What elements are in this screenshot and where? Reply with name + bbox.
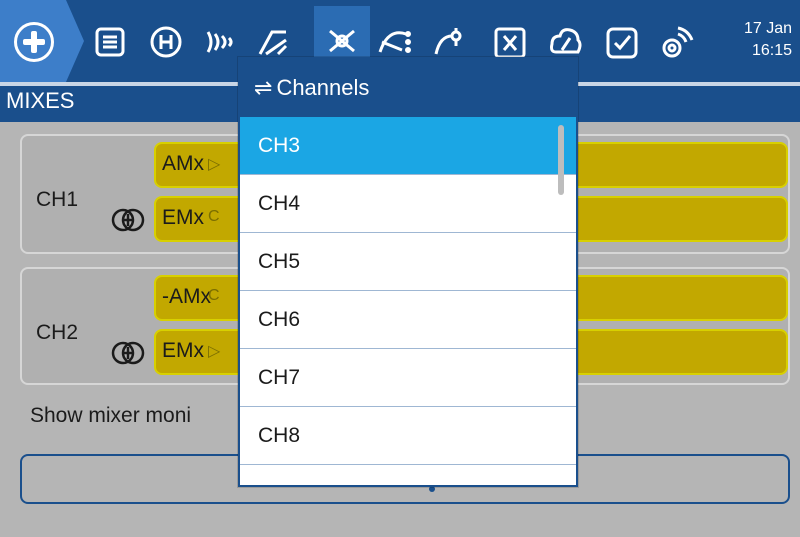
checklist-icon[interactable] [602, 20, 642, 64]
mix-symbol: C [208, 208, 220, 225]
page-title: MIXES [6, 88, 75, 113]
channels-dialog: ⇌ Channels CH3 CH4 CH5 CH6 CH7 CH8 [238, 57, 578, 487]
channel-option[interactable]: CH7 [240, 349, 576, 407]
swap-icon: ⇌ [254, 75, 273, 100]
mix-symbol: ▷ [208, 343, 221, 360]
list-scrollbar[interactable] [558, 125, 564, 195]
channel-option[interactable]: CH8 [240, 407, 576, 465]
flight-modes-icon[interactable] [146, 20, 186, 64]
model-setup-icon[interactable] [90, 20, 130, 64]
mix-symbol: ▷ [208, 156, 221, 173]
mix-name: EMx [162, 206, 204, 229]
channel-option[interactable]: CH5 [240, 233, 576, 291]
channel-label: CH2 [36, 321, 79, 344]
date-text: 17 Jan [743, 20, 792, 37]
channel-list[interactable]: CH3 CH4 CH5 CH6 CH7 CH8 [240, 117, 576, 485]
date-time: 17 Jan 16:15 [744, 18, 792, 62]
channel-option-partial[interactable] [240, 465, 576, 485]
mix-name: -AMx [162, 285, 211, 308]
dialog-header: ⇌ Channels [240, 59, 576, 117]
mix-symbol: C [208, 287, 220, 304]
channel-option[interactable]: CH6 [240, 291, 576, 349]
inputs-icon[interactable] [200, 20, 240, 64]
mix-name: EMx [162, 339, 204, 362]
dialog-title: Channels [276, 75, 370, 100]
add-mix-icon[interactable] [110, 335, 146, 371]
channel-option[interactable]: CH4 [240, 175, 576, 233]
mix-name: AMx [162, 152, 204, 175]
telemetry-icon[interactable] [656, 20, 696, 64]
add-mix-icon[interactable] [110, 202, 146, 238]
channel-option[interactable]: CH3 [240, 117, 576, 175]
home-tab[interactable] [0, 0, 84, 82]
channel-label: CH1 [36, 188, 79, 211]
time-text: 16:15 [751, 42, 792, 59]
home-icon[interactable] [14, 22, 54, 62]
mixer-monitor-label: Show mixer moni [30, 404, 192, 427]
